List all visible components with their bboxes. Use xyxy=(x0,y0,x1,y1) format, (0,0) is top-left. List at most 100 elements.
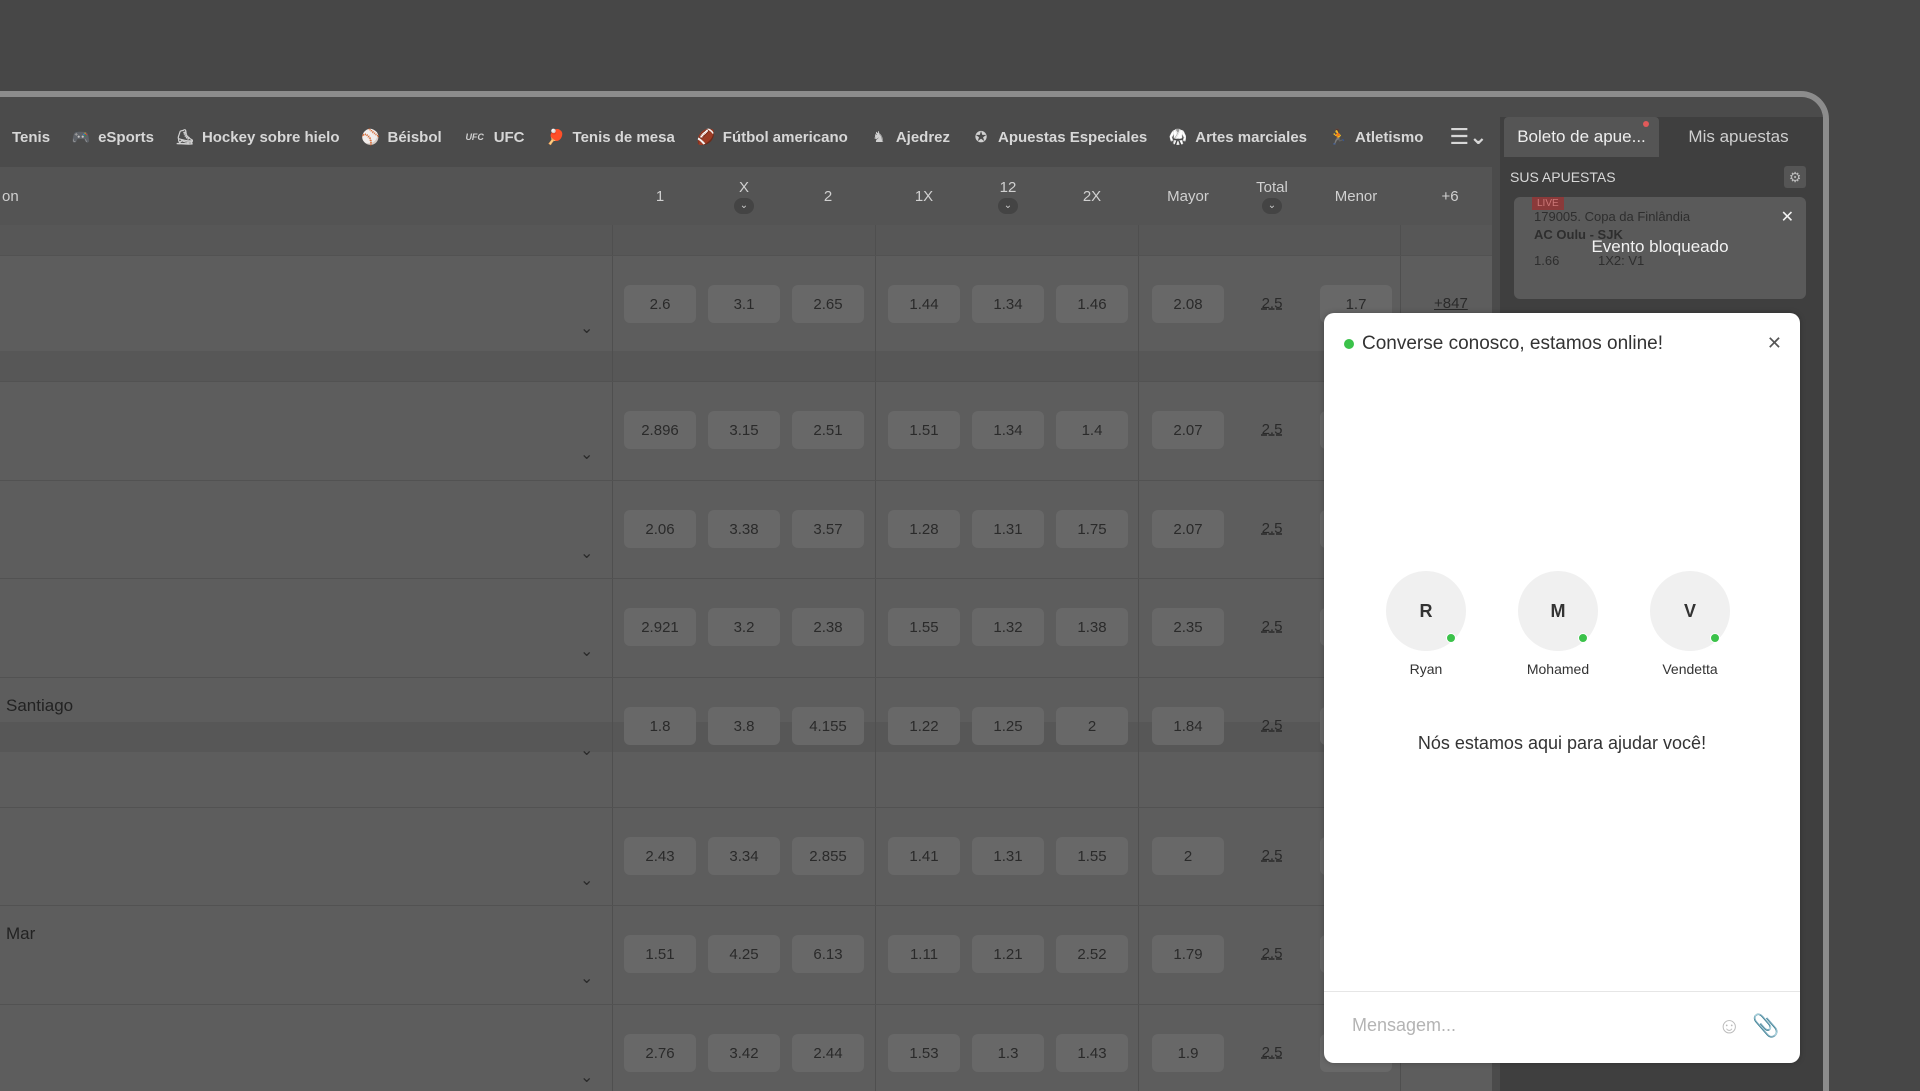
odds-button[interactable]: 2.52 xyxy=(1056,935,1128,973)
odds-button[interactable]: 1.4 xyxy=(1056,411,1128,449)
odds-button[interactable]: 1.9 xyxy=(1152,1034,1224,1072)
sport-nav-item[interactable]: ✪ Apuestas Especiales xyxy=(972,128,1148,147)
odds-button[interactable]: 1.22 xyxy=(888,707,960,745)
odds-button[interactable]: 1.3 xyxy=(972,1034,1044,1072)
sport-nav-item[interactable]: 🏓 Tenis de mesa xyxy=(546,128,675,147)
odds-button[interactable]: 1.38 xyxy=(1056,608,1128,646)
odds-button[interactable]: 3.2 xyxy=(708,608,780,646)
match-name[interactable]: Santiago xyxy=(6,696,73,716)
close-icon[interactable]: ✕ xyxy=(1767,333,1782,354)
odds-button[interactable]: 1.25 xyxy=(972,707,1044,745)
odds-button[interactable]: 2.855 xyxy=(792,837,864,875)
sport-nav-item[interactable]: ⛸ Hockey sobre hielo xyxy=(175,128,339,147)
chat-agent[interactable]: V Vendetta xyxy=(1650,571,1730,677)
odds-button[interactable]: 2 xyxy=(1056,707,1128,745)
total-line[interactable]: 2.5 xyxy=(1252,618,1292,635)
chat-agent[interactable]: R Ryan xyxy=(1386,571,1466,677)
odds-button[interactable]: 2.44 xyxy=(792,1034,864,1072)
odds-button[interactable]: 2.65 xyxy=(792,285,864,323)
odds-button[interactable]: 1.32 xyxy=(972,608,1044,646)
tab-my-bets[interactable]: Mis apuestas xyxy=(1659,117,1818,157)
odds-button[interactable]: 1.51 xyxy=(624,935,696,973)
chevron-down-icon[interactable]: ⌄ xyxy=(580,641,593,661)
odds-button[interactable]: 3.38 xyxy=(708,510,780,548)
odds-button[interactable]: 1.31 xyxy=(972,510,1044,548)
odds-button[interactable]: 2 xyxy=(1152,837,1224,875)
odds-button[interactable]: 3.34 xyxy=(708,837,780,875)
chevron-down-icon[interactable]: ⌄ xyxy=(580,870,593,890)
close-icon[interactable]: ✕ xyxy=(1781,207,1794,227)
odds-button[interactable]: 1.21 xyxy=(972,935,1044,973)
sport-nav-item[interactable]: 🥋 Artes marciales xyxy=(1169,128,1307,147)
chevron-down-icon[interactable]: ⌄ xyxy=(580,444,593,464)
odds-button[interactable]: 1.11 xyxy=(888,935,960,973)
chevron-down-icon[interactable]: ⌄ xyxy=(580,968,593,988)
odds-button[interactable]: 3.57 xyxy=(792,510,864,548)
more-sports-menu-icon[interactable]: ☰⌄ xyxy=(1449,124,1487,150)
emoji-icon[interactable]: ☺ xyxy=(1718,1013,1740,1039)
odds-button[interactable]: 3.8 xyxy=(708,707,780,745)
sport-nav-item[interactable]: 🎮 eSports xyxy=(72,128,154,147)
chevron-down-icon[interactable]: ⌄ xyxy=(734,197,754,214)
chevron-down-icon[interactable]: ⌄ xyxy=(580,1067,593,1087)
odds-button[interactable]: 4.25 xyxy=(708,935,780,973)
chat-agent[interactable]: M Mohamed xyxy=(1518,571,1598,677)
odds-button[interactable]: 3.15 xyxy=(708,411,780,449)
odds-button[interactable]: 1.79 xyxy=(1152,935,1224,973)
odds-button[interactable]: 1.41 xyxy=(888,837,960,875)
odds-button[interactable]: 2.921 xyxy=(624,608,696,646)
odds-button[interactable]: 1.44 xyxy=(888,285,960,323)
chevron-down-icon[interactable]: ⌄ xyxy=(580,318,593,338)
odds-button[interactable]: 2.07 xyxy=(1152,510,1224,548)
total-line[interactable]: 2.5 xyxy=(1252,847,1292,864)
odds-button[interactable]: 1.8 xyxy=(624,707,696,745)
odds-button[interactable]: 1.46 xyxy=(1056,285,1128,323)
odds-button[interactable]: 6.13 xyxy=(792,935,864,973)
odds-button[interactable]: 1.31 xyxy=(972,837,1044,875)
odds-button[interactable]: 2.896 xyxy=(624,411,696,449)
column-header[interactable]: X ⌄ xyxy=(708,167,780,225)
sport-nav-item[interactable]: Tenis xyxy=(12,129,50,146)
sport-nav-item[interactable]: 🏃 Atletismo xyxy=(1329,128,1424,147)
message-input[interactable]: Mensagem... xyxy=(1352,1015,1456,1036)
chevron-down-icon[interactable]: ⌄ xyxy=(580,543,593,563)
odds-button[interactable]: 1.55 xyxy=(888,608,960,646)
total-line[interactable]: 2.5 xyxy=(1252,421,1292,438)
odds-button[interactable]: 2.08 xyxy=(1152,285,1224,323)
column-header[interactable]: 12 ⌄ xyxy=(972,167,1044,225)
total-line[interactable]: 2.5 xyxy=(1252,295,1292,312)
chevron-down-icon[interactable]: ⌄ xyxy=(1262,197,1282,214)
chevron-down-icon[interactable]: ⌄ xyxy=(998,197,1018,214)
chevron-down-icon[interactable]: ⌄ xyxy=(580,740,593,760)
odds-button[interactable]: 2.35 xyxy=(1152,608,1224,646)
odds-button[interactable]: 2.38 xyxy=(792,608,864,646)
total-line[interactable]: 2.5 xyxy=(1252,1044,1292,1061)
match-name[interactable]: Mar xyxy=(6,924,35,944)
odds-button[interactable]: 3.1 xyxy=(708,285,780,323)
gear-icon[interactable]: ⚙ xyxy=(1784,166,1806,188)
odds-button[interactable]: 2.76 xyxy=(624,1034,696,1072)
odds-button[interactable]: 1.34 xyxy=(972,285,1044,323)
more-markets-link[interactable]: +847 xyxy=(1434,295,1468,312)
total-line[interactable]: 2.5 xyxy=(1252,520,1292,537)
odds-button[interactable]: 1.53 xyxy=(888,1034,960,1072)
odds-button[interactable]: 1.51 xyxy=(888,411,960,449)
odds-button[interactable]: 1.55 xyxy=(1056,837,1128,875)
column-header[interactable]: Total ⌄ xyxy=(1236,167,1308,225)
odds-button[interactable]: 1.84 xyxy=(1152,707,1224,745)
total-line[interactable]: 2.5 xyxy=(1252,945,1292,962)
odds-button[interactable]: 1.34 xyxy=(972,411,1044,449)
total-line[interactable]: 2.5 xyxy=(1252,717,1292,734)
attachment-icon[interactable]: 📎 xyxy=(1752,1013,1779,1039)
tab-betslip[interactable]: Boleto de apue... xyxy=(1504,117,1659,157)
sport-nav-item[interactable]: ♞ Ajedrez xyxy=(870,128,950,147)
odds-button[interactable]: 1.28 xyxy=(888,510,960,548)
odds-button[interactable]: 1.43 xyxy=(1056,1034,1128,1072)
odds-button[interactable]: 2.07 xyxy=(1152,411,1224,449)
odds-button[interactable]: 1.75 xyxy=(1056,510,1128,548)
odds-button[interactable]: 2.51 xyxy=(792,411,864,449)
sport-nav-item[interactable]: ⚾ Béisbol xyxy=(361,128,442,147)
sport-nav-item[interactable]: UFC UFC xyxy=(464,128,524,146)
sport-nav-item[interactable]: 🏈 Fútbol americano xyxy=(696,128,847,147)
odds-button[interactable]: 2.06 xyxy=(624,510,696,548)
